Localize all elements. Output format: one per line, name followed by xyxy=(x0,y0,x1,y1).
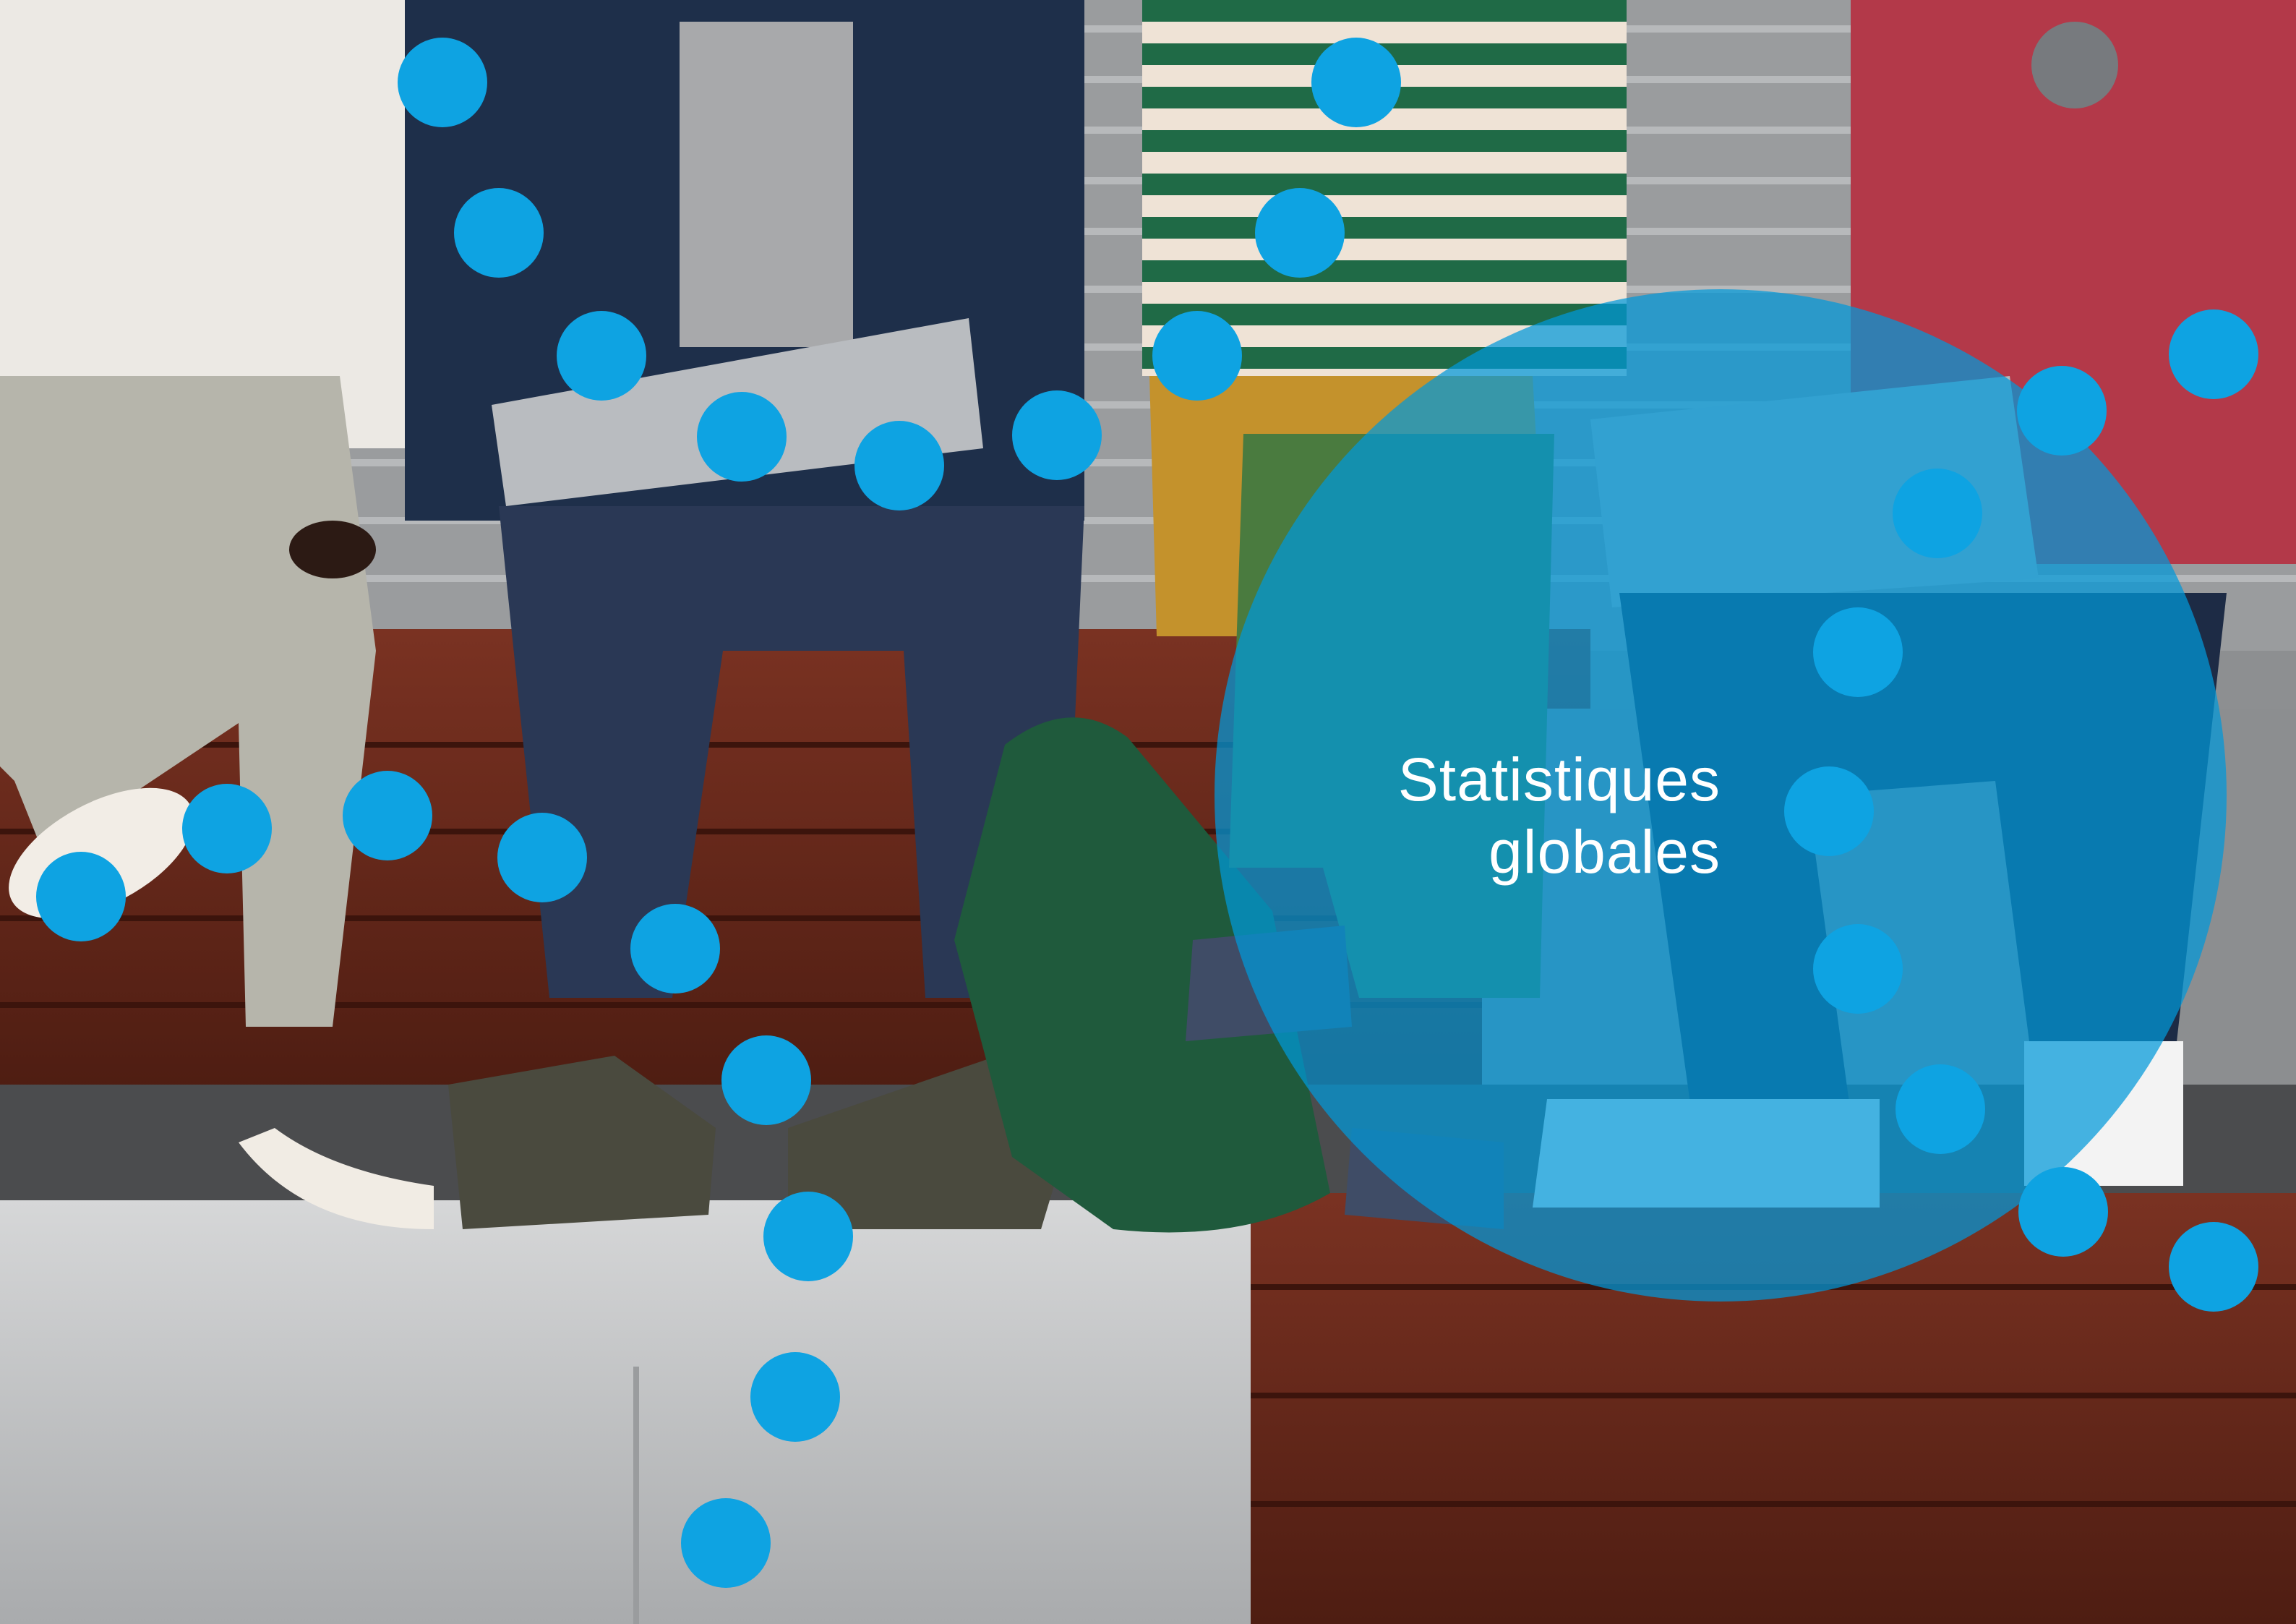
dot xyxy=(2169,1222,2258,1312)
dot xyxy=(721,1035,811,1125)
dot xyxy=(454,188,544,278)
dot xyxy=(854,421,944,510)
cover-page: Statistiques globales xyxy=(0,0,2296,1624)
dot xyxy=(2169,309,2258,399)
section-title: Statistiques globales xyxy=(1215,743,1721,888)
dot xyxy=(1152,311,1242,401)
dot xyxy=(398,38,487,127)
dot xyxy=(1813,924,1903,1014)
dot xyxy=(1893,469,1982,558)
dot xyxy=(557,311,646,401)
dot xyxy=(763,1192,853,1281)
background-photo xyxy=(0,0,2296,1624)
section-title-line-1: Statistiques xyxy=(1397,745,1721,813)
dot xyxy=(1813,607,1903,697)
dot xyxy=(343,771,432,860)
dot xyxy=(36,852,126,941)
dot xyxy=(2018,1167,2108,1257)
dot xyxy=(1255,188,1345,278)
dot xyxy=(1311,38,1401,127)
dot xyxy=(750,1352,840,1442)
dot xyxy=(697,392,787,482)
dot xyxy=(681,1498,771,1588)
dot xyxy=(1012,390,1102,480)
dot xyxy=(630,904,720,993)
dot xyxy=(2017,366,2107,456)
section-title-line-2: globales xyxy=(1488,818,1721,886)
dot xyxy=(497,813,587,902)
dot xyxy=(1896,1064,1985,1154)
dot xyxy=(182,784,272,873)
dot xyxy=(1784,766,1874,856)
